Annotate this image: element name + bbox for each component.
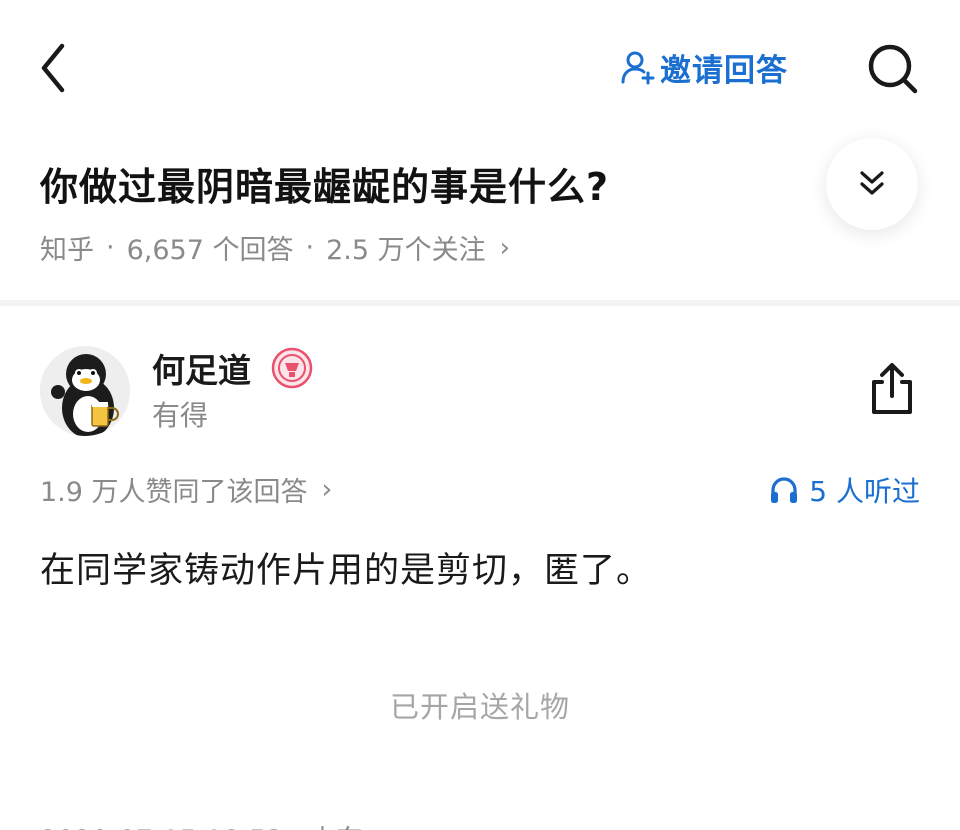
author-name[interactable]: 何足道 [152,344,251,392]
search-icon [868,44,918,94]
author-row: 何足道 有得 [0,306,960,456]
answer-stats: 1.9 万人赞同了该回答 › 5 人听过 [0,462,960,514]
gift-notice: 已开启送礼物 [389,690,570,724]
search-button[interactable] [862,38,922,98]
invite-answer-button[interactable]: 邀请回答 [620,42,788,92]
top-bar: 邀请回答 [0,0,960,130]
chevron-left-icon [41,43,65,93]
listened-link[interactable]: 5 人听过 [769,470,920,510]
question-meta[interactable]: 知乎 · 6,657 个回答 · 2.5 万个关注 › [40,228,510,267]
back-button[interactable] [34,40,74,96]
separator-dot: · [106,232,115,263]
follower-count: 2.5 万个关注 [326,235,486,266]
question-source: 知乎 [40,235,94,266]
penguin-avatar [40,346,130,436]
share-icon [872,363,912,414]
double-chevron-down-icon [860,171,884,195]
avatar[interactable] [40,346,130,436]
answer-text: 在同学家铸动作片用的是剪切，匿了。 [40,551,653,591]
separator-dot: · [305,232,315,263]
badge-icon[interactable] [270,346,314,390]
listened-text: 5 人听过 [809,475,920,508]
headphones-icon [771,477,798,503]
expand-question-button[interactable] [826,138,918,230]
answer-date: 2020-07-15 18:53 · 山东 [40,818,363,830]
likes-text: 1.9 万人赞同了该回答 [40,477,308,508]
answer-count: 6,657 个回答 [126,235,294,266]
likes-link[interactable]: 1.9 万人赞同了该回答 › [40,470,332,509]
chevron-right-icon: › [499,232,511,263]
question-title[interactable]: 你做过最阴暗最龌龊的事是什么? [40,156,609,211]
person-add-icon [621,51,655,85]
author-subtitle: 有得 [152,399,209,432]
question-header: 你做过最阴暗最龌龊的事是什么? 知乎 · 6,657 个回答 · 2.5 万个关… [0,130,960,300]
share-button[interactable] [864,360,920,418]
chevron-right-icon: › [321,474,333,505]
invite-answer-label: 邀请回答 [660,52,788,89]
